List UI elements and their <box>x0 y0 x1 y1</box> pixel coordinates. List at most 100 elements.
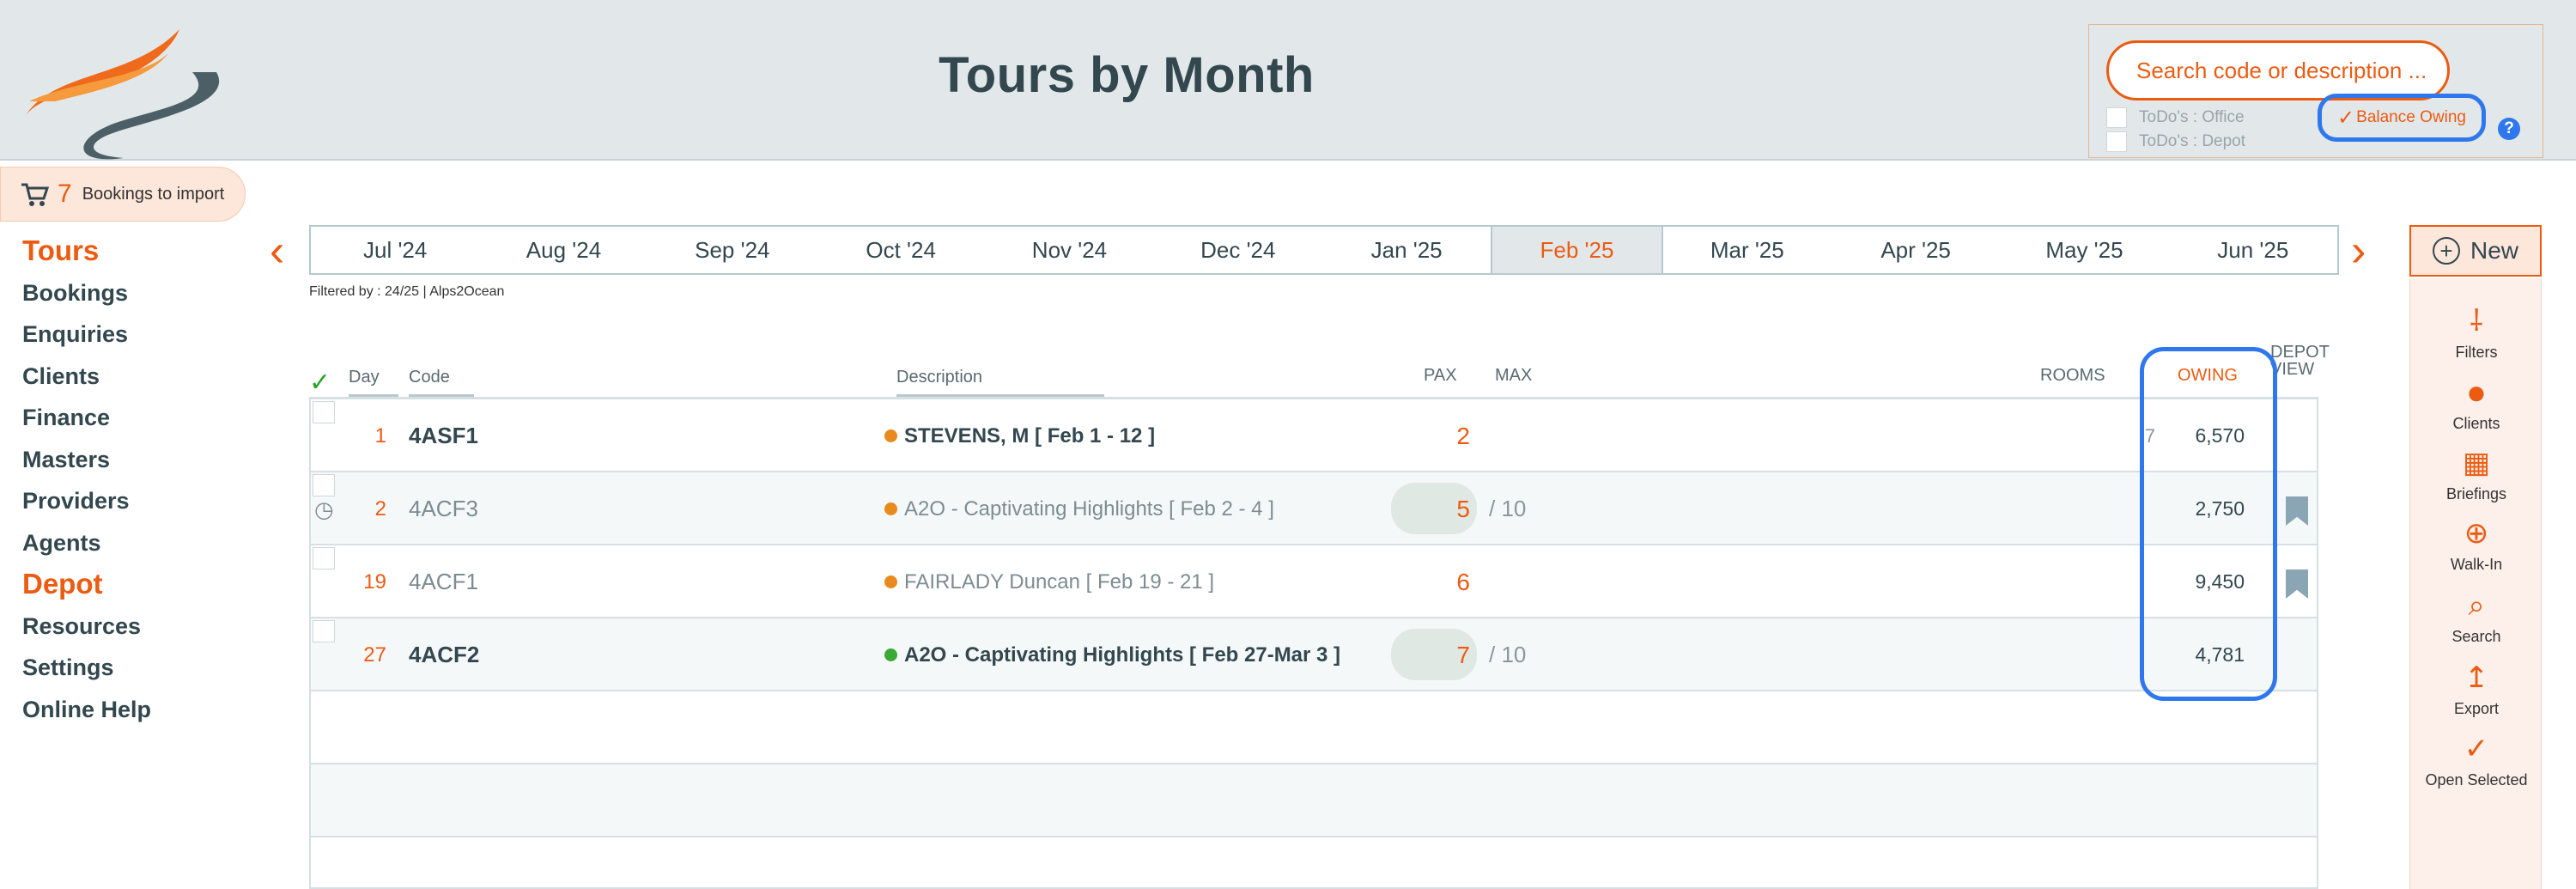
walk-in-icon: ⊕ <box>2464 517 2489 550</box>
clients-icon: ● <box>2465 374 2488 411</box>
status-dot-icon <box>884 502 897 515</box>
row-description[interactable]: A2O - Captivating Highlights [ Feb 27-Ma… <box>884 618 1340 691</box>
tool-panel: ⸸ Filters ● Clients ▦ Briefings ⊕ Walk-In ⌕ Searc… <box>2409 278 2542 889</box>
sidebar-item-enquiries[interactable]: Enquiries <box>22 314 151 356</box>
row-description-text: A2O - Captivating Highlights [ Feb 27-Ma… <box>904 643 1341 667</box>
sidebar-item-finance[interactable]: Finance <box>22 397 151 439</box>
row-description[interactable]: STEVENS, M [ Feb 1 - 12 ] <box>884 399 1155 472</box>
row-max: / 10 <box>1489 496 1527 521</box>
tab-month[interactable]: Aug '24 <box>479 227 647 273</box>
table-row[interactable]: ◷ 2 4ACF3 A2O - Captivating Highlights [ Fe… <box>311 472 2317 545</box>
sidebar-item-masters[interactable]: Masters <box>22 439 151 481</box>
tab-month[interactable]: Jul '24 <box>311 227 479 273</box>
tab-month[interactable]: Oct '24 <box>817 227 985 273</box>
tool-clients-button[interactable]: ● Clients <box>2410 375 2543 433</box>
row-code[interactable]: 4ACF1 <box>409 545 478 618</box>
checkmark-icon: ✓ <box>2337 106 2355 130</box>
table-row[interactable]: 1 4ASF1 STEVENS, M [ Feb 1 - 12 ] 2 7 6,570 <box>311 399 2317 472</box>
col-description[interactable]: Description <box>896 368 1104 398</box>
sidebar-item-clients[interactable]: Clients <box>22 356 151 398</box>
row-day: 2 <box>374 497 386 521</box>
sidebar-item-bookings[interactable]: Bookings <box>22 272 151 314</box>
tab-month[interactable]: Feb '25 <box>1491 227 1663 273</box>
row-code[interactable]: 4ACF3 <box>409 472 478 545</box>
row-checkbox[interactable] <box>313 620 335 642</box>
tab-month[interactable]: Nov '24 <box>985 227 1153 273</box>
tool-filters-button[interactable]: ⸸ Filters <box>2410 304 2543 362</box>
tab-month[interactable]: Mar '25 <box>1663 227 1832 273</box>
col-day[interactable]: Day <box>349 368 398 398</box>
calendar-icon: ▦ <box>2462 447 2491 479</box>
sidebar-item-agents[interactable]: Agents <box>22 522 151 564</box>
row-day: 19 <box>363 570 386 594</box>
import-count: 7 <box>58 180 72 208</box>
col-depot-view: DEPOT VIEW <box>2270 343 2330 379</box>
bookmark-icon[interactable] <box>2286 569 2308 599</box>
balance-owing-label: Balance Owing <box>2356 108 2466 126</box>
table-row[interactable]: 19 4ACF1 FAIRLADY Duncan [ Feb 19 - 21 ] 6 9… <box>311 545 2317 618</box>
row-code[interactable]: 4ASF1 <box>409 399 478 472</box>
row-day: 1 <box>374 424 386 448</box>
next-month-arrow-icon[interactable]: › <box>2351 225 2366 277</box>
row-description[interactable]: FAIRLADY Duncan [ Feb 19 - 21 ] <box>884 545 1214 618</box>
select-all-check-icon[interactable]: ✓ <box>309 368 331 398</box>
row-code[interactable]: 4ACF2 <box>409 618 479 691</box>
export-icon: ↥ <box>2464 661 2489 694</box>
tab-month[interactable]: Jan '25 <box>1322 227 1491 273</box>
cart-icon <box>21 183 49 206</box>
tool-label: Search <box>2451 628 2501 645</box>
tool-briefings-button[interactable]: ▦ Briefings <box>2410 446 2543 503</box>
tool-walk-in-button[interactable]: ⊕ Walk-In <box>2410 516 2543 574</box>
sidebar-item-tours[interactable]: Tours <box>22 230 151 272</box>
new-button-label: New <box>2470 237 2518 264</box>
tab-month[interactable]: Apr '25 <box>1832 227 2000 273</box>
tours-table: 1 4ASF1 STEVENS, M [ Feb 1 - 12 ] 2 7 6,570 ◷ 2… <box>309 397 2318 889</box>
row-description-text: STEVENS, M [ Feb 1 - 12 ] <box>904 424 1156 448</box>
empty-row <box>311 691 2317 764</box>
row-checkbox[interactable] <box>313 474 335 496</box>
table-row[interactable]: 27 4ACF2 A2O - Captivating Highlights [ Fe… <box>311 618 2317 691</box>
todo-depot-toggle[interactable]: ToDo's : Depot <box>2106 131 2245 152</box>
tool-search-button[interactable]: ⌕ Search <box>2410 588 2543 646</box>
tool-label: Walk-In <box>2450 556 2503 573</box>
prev-month-arrow-icon[interactable]: ‹ <box>270 225 284 277</box>
sidebar-item-providers[interactable]: Providers <box>22 480 151 522</box>
tool-open-selected-button[interactable]: ✓ Open Selected <box>2410 732 2543 789</box>
tab-month[interactable]: May '25 <box>2000 227 2168 273</box>
new-button[interactable]: + New <box>2409 225 2542 277</box>
row-checkbox[interactable] <box>313 401 335 423</box>
tab-month[interactable]: Jun '25 <box>2169 227 2337 273</box>
tab-month[interactable]: Dec '24 <box>1154 227 1322 273</box>
tool-label: Open Selected <box>2425 771 2528 789</box>
row-max: / 10 <box>1489 642 1527 667</box>
row-pax: 2 <box>1456 423 1470 449</box>
tool-label: Filters <box>2455 344 2498 361</box>
filters-icon: ⸸ <box>2470 305 2483 338</box>
sidebar-item-online-help[interactable]: Online Help <box>22 689 151 731</box>
tab-month[interactable]: Sep '24 <box>648 227 817 273</box>
col-code[interactable]: Code <box>409 368 474 398</box>
status-dot-icon <box>884 429 897 442</box>
col-pax: PAX <box>1424 366 1457 385</box>
todo-office-checkbox[interactable] <box>2106 107 2127 128</box>
sidebar-item-depot[interactable]: Depot <box>22 563 151 606</box>
todo-depot-checkbox[interactable] <box>2106 131 2127 152</box>
col-max: MAX <box>1495 366 1533 385</box>
todo-office-label: ToDo's : Office <box>2139 108 2245 126</box>
sidebar-item-settings[interactable]: Settings <box>22 647 151 689</box>
bookmark-icon[interactable] <box>2286 496 2308 526</box>
help-icon[interactable]: ? <box>2498 118 2520 140</box>
bookings-to-import-button[interactable]: 7 Bookings to import <box>0 167 246 222</box>
status-dot-icon <box>884 648 897 661</box>
search-icon: ⌕ <box>2468 589 2485 622</box>
todo-office-toggle[interactable]: ToDo's : Office <box>2106 107 2245 128</box>
history-icon[interactable]: ◷ <box>314 496 334 523</box>
search-input[interactable]: Search code or description ... <box>2106 40 2450 100</box>
row-description[interactable]: A2O - Captivating Highlights [ Feb 2 - 4… <box>884 472 1274 545</box>
tool-export-button[interactable]: ↥ Export <box>2410 661 2543 718</box>
owing-column-highlight <box>2140 347 2277 701</box>
sidebar-item-resources[interactable]: Resources <box>22 606 151 648</box>
balance-owing-toggle[interactable]: ✓ Balance Owing <box>2318 94 2486 142</box>
todo-depot-label: ToDo's : Depot <box>2139 132 2246 150</box>
row-checkbox[interactable] <box>313 547 335 569</box>
